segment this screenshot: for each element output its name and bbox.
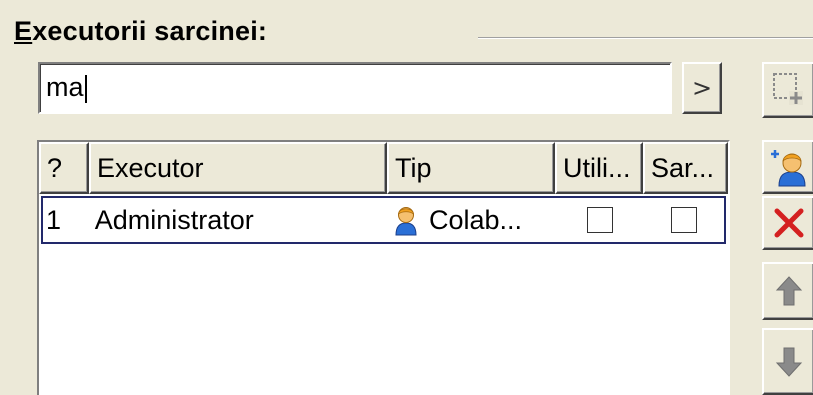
add-user-icon (770, 150, 806, 187)
column-header-number[interactable]: ? (39, 142, 89, 194)
new-window-button[interactable] (762, 62, 813, 118)
add-user-button[interactable] (762, 140, 813, 194)
user-icon (395, 207, 417, 236)
executor-search-value: ma (46, 72, 84, 102)
row-sar-cell (643, 207, 724, 233)
delete-button[interactable] (762, 196, 813, 250)
arrow-down-icon (775, 347, 802, 377)
group-title: Executorii sarcinei: (14, 16, 267, 47)
column-header-utili[interactable]: Utili... (555, 142, 643, 194)
row-number-cell: 1 (46, 204, 62, 235)
new-window-icon (772, 73, 803, 105)
group-title-mnemonic: E (14, 16, 33, 46)
search-go-button[interactable]: > (682, 62, 722, 114)
column-header-sar[interactable]: Sar... (643, 142, 728, 194)
column-header-executor[interactable]: Executor (89, 142, 387, 194)
move-up-button[interactable] (762, 262, 813, 320)
table-header: ? Executor Tip Utili... Sar... (39, 142, 728, 194)
sar-checkbox[interactable] (670, 207, 697, 233)
search-go-label: > (691, 74, 713, 102)
delete-icon (774, 208, 803, 238)
executors-table[interactable]: ? Executor Tip Utili... Sar... 1 Adminis… (37, 140, 730, 395)
row-utili-cell (556, 207, 643, 233)
row-tip-cell: Colab... (385, 204, 556, 236)
move-down-button[interactable] (762, 328, 813, 395)
group-title-text: xecutorii sarcinei: (32, 16, 268, 46)
text-caret (84, 74, 87, 103)
arrow-up-icon (775, 276, 802, 306)
group-divider (478, 37, 813, 39)
row-tip-text: Colab... (429, 204, 523, 235)
row-executor-cell: Administrator (94, 204, 254, 235)
executor-search-input[interactable]: ma (38, 62, 672, 114)
table-row[interactable]: 1 Administrator Colab... (41, 196, 726, 244)
column-header-tip[interactable]: Tip (387, 142, 555, 194)
utili-checkbox[interactable] (586, 207, 613, 233)
